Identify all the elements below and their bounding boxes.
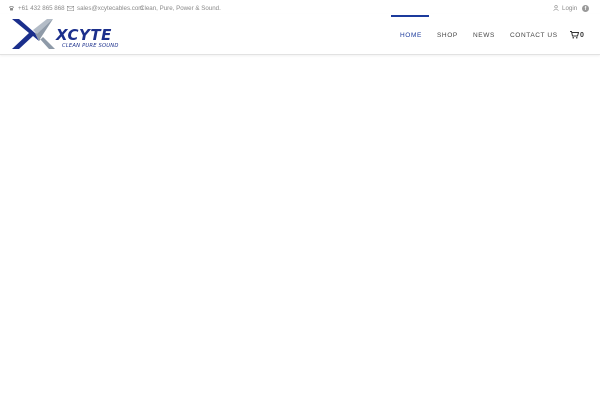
nav-item-shop[interactable]: SHOP	[437, 32, 458, 42]
phone-link[interactable]: +61 432 865 868	[8, 3, 65, 13]
email-link[interactable]: sales@xcytecables.com	[67, 3, 143, 13]
site-header: XCYTE CLEAN PURE SOUND HOME SHOP NEWS CO…	[0, 14, 600, 55]
cart-count: 0	[580, 31, 584, 39]
nav-item-news[interactable]: NEWS	[473, 32, 495, 42]
logo-x-mark	[12, 19, 55, 49]
email-address: sales@xcytecables.com	[77, 4, 144, 12]
phone-icon	[9, 6, 14, 11]
login-label: Login	[562, 4, 578, 12]
envelope-icon	[67, 5, 74, 11]
page: +61 432 865 868 sales@xcytecables.com Cl…	[0, 0, 600, 400]
tagline: Clean, Pure, Power & Sound.	[140, 3, 221, 13]
logo-wordmark: XCYTE	[56, 26, 112, 44]
nav-active-indicator	[391, 15, 429, 17]
cart-button[interactable]: 0	[570, 29, 584, 41]
login-link[interactable]: Login	[553, 3, 577, 13]
nav-item-home[interactable]: HOME	[400, 32, 422, 42]
logo-subtitle: CLEAN PURE SOUND	[62, 43, 119, 49]
facebook-icon[interactable]: f	[582, 5, 589, 12]
phone-number: +61 432 865 868	[18, 4, 65, 12]
nav-item-contact-us[interactable]: CONTACT US	[510, 32, 558, 42]
tagline-text: Clean, Pure, Power & Sound.	[140, 4, 221, 12]
site-logo[interactable]: XCYTE CLEAN PURE SOUND	[9, 17, 118, 51]
user-icon	[553, 5, 559, 11]
cart-icon	[570, 31, 579, 39]
